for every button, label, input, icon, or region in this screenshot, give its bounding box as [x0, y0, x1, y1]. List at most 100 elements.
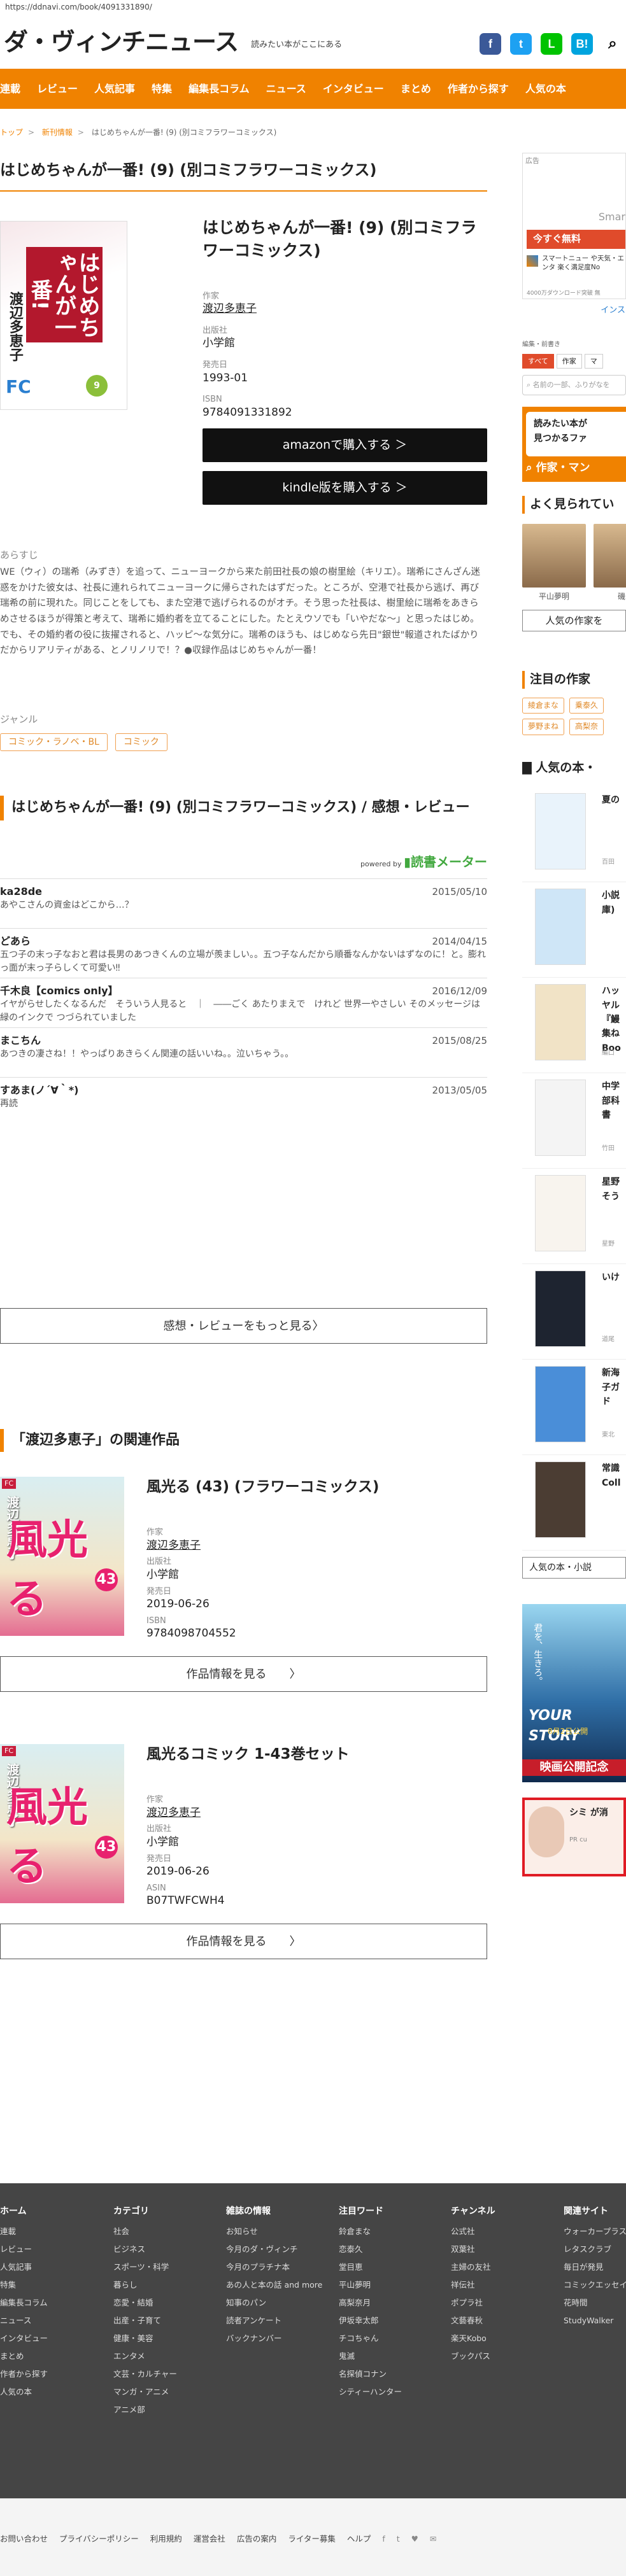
nav-item-0[interactable]: 連載: [0, 81, 20, 96]
footer-link[interactable]: コミックエッセイ: [564, 2276, 626, 2294]
footer-link[interactable]: 公式社: [451, 2223, 495, 2241]
author-search-input[interactable]: ⌕ 名前の一部、ふりがなを: [522, 375, 626, 396]
footer-link[interactable]: バックナンバー: [226, 2330, 322, 2347]
breadcrumb-section[interactable]: 新刊情報: [42, 128, 73, 137]
facebook-icon[interactable]: f: [480, 33, 501, 55]
ad-free-button[interactable]: 今すぐ無料: [527, 230, 625, 249]
author-link[interactable]: 渡辺多恵子: [203, 302, 257, 315]
ranking-item[interactable]: 小説 庫): [522, 882, 626, 978]
skin-ad[interactable]: シミ が消 PR cu: [522, 1798, 626, 1877]
footer-link[interactable]: あの人と本の話 and more: [226, 2276, 322, 2294]
footer-link[interactable]: 鬼滅: [339, 2347, 402, 2365]
reviewer-name[interactable]: 千木良【comics only】: [0, 983, 487, 998]
footer-link[interactable]: 主婦の友社: [451, 2258, 495, 2276]
related-title[interactable]: 風光る (43) (フラワーコミックス): [146, 1477, 487, 1498]
footer-link[interactable]: ニュース: [0, 2312, 48, 2330]
footer-bottom-link[interactable]: お問い合わせ: [0, 2533, 48, 2545]
view-work-button[interactable]: 作品情報を見る 〉: [0, 1924, 487, 1959]
filter-tab[interactable]: すべて: [522, 353, 554, 369]
ranking-item[interactable]: 新海 子ガ ド東北: [522, 1360, 626, 1456]
related-title[interactable]: 風光るコミック 1-43巻セット: [146, 1744, 487, 1765]
author-card[interactable]: 磯田: [594, 523, 626, 602]
reviewer-name[interactable]: まこちん: [0, 1033, 487, 1048]
footer-link[interactable]: 社会: [113, 2223, 177, 2241]
footer-link[interactable]: 鈴倉まな: [339, 2223, 402, 2241]
bookmeter-logo[interactable]: ▮読書メーター: [404, 854, 487, 869]
ranking-item[interactable]: 星野 そう 星野: [522, 1169, 626, 1265]
footer-link[interactable]: 平山夢明: [339, 2276, 402, 2294]
author-card[interactable]: 平山夢明: [522, 523, 586, 602]
nav-item-9[interactable]: 人気の本: [525, 81, 566, 96]
more-ranking-button[interactable]: 人気の本・小説: [522, 1557, 626, 1579]
footer-link[interactable]: ビジネス: [113, 2241, 177, 2258]
footer-link[interactable]: 人気の本: [0, 2383, 48, 2401]
genre-tag[interactable]: コミック: [115, 733, 167, 752]
footer-link[interactable]: 文芸・カルチャー: [113, 2365, 177, 2383]
address-bar[interactable]: https://ddnavi.com/book/4091331890/: [0, 0, 626, 17]
more-authors-button[interactable]: 人気の作家を: [522, 610, 626, 632]
footer-link[interactable]: 読者アンケート: [226, 2312, 322, 2330]
footer-link[interactable]: 連載: [0, 2223, 48, 2241]
footer-link[interactable]: 高梨奈月: [339, 2294, 402, 2312]
site-logo[interactable]: ダ・ヴィンチニュース: [4, 25, 239, 60]
footer-link[interactable]: 暮らし: [113, 2276, 177, 2294]
footer-social-icon[interactable]: t: [397, 2533, 400, 2545]
footer-link[interactable]: 双葉社: [451, 2241, 495, 2258]
featured-author-tag[interactable]: 乗泰久: [569, 697, 604, 714]
footer-link[interactable]: 今月のプラチナ本: [226, 2258, 322, 2276]
footer-link[interactable]: まとめ: [0, 2347, 48, 2365]
footer-link[interactable]: お知らせ: [226, 2223, 322, 2241]
filter-tab[interactable]: 作家: [556, 353, 582, 369]
ranking-item[interactable]: 夏の 百田: [522, 787, 626, 883]
footer-link[interactable]: エンタメ: [113, 2347, 177, 2365]
footer-link[interactable]: 健康・美容: [113, 2330, 177, 2347]
footer-link[interactable]: 特集: [0, 2276, 48, 2294]
amazon-buy-button[interactable]: amazonで購入する ＞: [203, 428, 487, 462]
footer-link[interactable]: 恋愛・結婚: [113, 2294, 177, 2312]
find-book-banner[interactable]: 読みたい本が 見つかるファ ⌕ 作家・マン: [522, 407, 626, 482]
footer-link[interactable]: 編集長コラム: [0, 2294, 48, 2312]
footer-bottom-link[interactable]: 運営会社: [194, 2533, 225, 2545]
footer-social-icon[interactable]: ♥: [411, 2533, 418, 2545]
footer-link[interactable]: 恋泰久: [339, 2241, 402, 2258]
footer-social-icon[interactable]: f: [382, 2533, 385, 2545]
footer-link[interactable]: 今月のダ・ヴィンチ: [226, 2241, 322, 2258]
line-icon[interactable]: L: [541, 33, 562, 55]
footer-link[interactable]: レタスクラブ: [564, 2241, 626, 2258]
genre-tag[interactable]: コミック・ラノベ・BL: [0, 733, 108, 752]
author-value[interactable]: 渡辺多恵子: [146, 1806, 487, 1820]
footer-link[interactable]: 知事のパン: [226, 2294, 322, 2312]
footer-link[interactable]: 人気記事: [0, 2258, 48, 2276]
footer-link[interactable]: 作者から探す: [0, 2365, 48, 2383]
related-cover[interactable]: FC 渡辺多恵子 風光る 43: [0, 1744, 124, 1903]
footer-link[interactable]: 出産・子育て: [113, 2312, 177, 2330]
footer-bottom-link[interactable]: 広告の案内: [237, 2533, 277, 2545]
movie-ad[interactable]: 君を、生きろ。 YOUR STORY 8月2日公開 映画公開記念: [522, 1604, 626, 1783]
footer-link[interactable]: 堂目恵: [339, 2258, 402, 2276]
footer-bottom-link[interactable]: ライター募集: [288, 2533, 336, 2545]
footer-link[interactable]: 伊坂幸太郎: [339, 2312, 402, 2330]
footer-link[interactable]: StudyWalker: [564, 2312, 626, 2330]
footer-link[interactable]: スポーツ・科学: [113, 2258, 177, 2276]
footer-link[interactable]: シティーハンター: [339, 2383, 402, 2401]
footer-social-icon[interactable]: ✉: [430, 2533, 436, 2545]
ranking-item[interactable]: ハッ ヤル 『鰻 集ね Boo 編口: [522, 978, 626, 1074]
featured-author-tag[interactable]: 高梨奈: [569, 719, 604, 735]
footer-link[interactable]: レビュー: [0, 2241, 48, 2258]
footer-link[interactable]: 名探偵コナン: [339, 2365, 402, 2383]
ranking-item[interactable]: 中学 部科 書竹田: [522, 1073, 626, 1169]
reviewer-name[interactable]: ka28de: [0, 884, 487, 899]
kindle-buy-button[interactable]: kindle版を購入する ＞: [203, 470, 487, 505]
footer-link[interactable]: チコちゃん: [339, 2330, 402, 2347]
sidebar-ad[interactable]: 広告 Smar 今すぐ無料 スマートニュー や天気・エンタ 楽く満足度No 40…: [522, 153, 626, 315]
nav-item-4[interactable]: 編集長コラム: [189, 81, 250, 96]
filter-tab[interactable]: マ: [584, 353, 603, 369]
ranking-item[interactable]: 常識 Coll: [522, 1455, 626, 1551]
ad-install[interactable]: インス: [601, 305, 625, 317]
footer-link[interactable]: 文藝春秋: [451, 2312, 495, 2330]
footer-link[interactable]: 毎日が発見: [564, 2258, 626, 2276]
breadcrumb-home[interactable]: トップ: [0, 128, 23, 137]
footer-link[interactable]: 花時間: [564, 2294, 626, 2312]
footer-link[interactable]: マンガ・アニメ: [113, 2383, 177, 2401]
more-reviews-button[interactable]: 感想・レビューをもっと見る〉: [0, 1308, 487, 1344]
